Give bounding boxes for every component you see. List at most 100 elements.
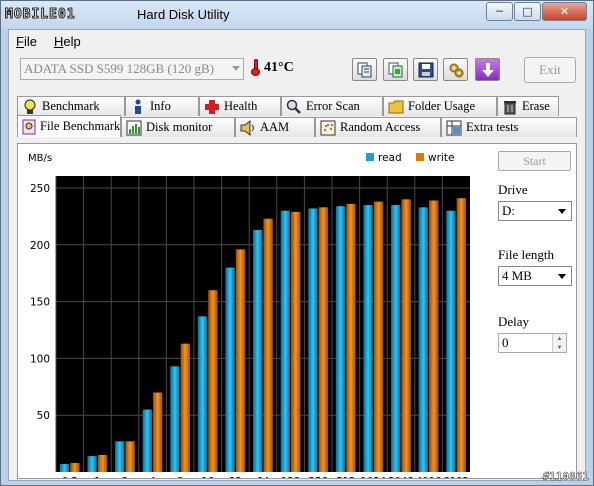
maximize-button[interactable]: □: [514, 2, 541, 21]
tab-erase[interactable]: Erase: [497, 96, 559, 116]
copy-info-icon: [357, 62, 371, 77]
tab-info[interactable]: Info: [125, 96, 199, 116]
file-benchmark-icon: [22, 119, 36, 135]
drive-dropdown-value: ADATA SSD S599 128GB (120 gB): [24, 61, 215, 76]
copy-all-icon: [388, 62, 402, 77]
bar-read: [391, 205, 401, 472]
bar-read: [142, 409, 153, 472]
legend-swatch-read: [366, 153, 374, 161]
bar-write: [373, 201, 384, 472]
tab-file-benchmark[interactable]: File Benchmark: [17, 115, 121, 137]
legend-label-write: write: [428, 152, 454, 164]
tab-extra-tests[interactable]: Extra tests: [441, 117, 577, 137]
tab-folder-usage-label: Folder Usage: [408, 99, 475, 113]
tab-aam-label: AAM: [260, 120, 290, 134]
bar-read: [363, 205, 373, 472]
tab-erase-label: Erase: [522, 99, 550, 113]
x-tick-label: 512: [336, 476, 355, 478]
x-tick-label: 256: [309, 476, 328, 478]
tab-extra-tests-label: Extra tests: [466, 120, 519, 134]
copy-info-button[interactable]: [352, 58, 377, 81]
x-tick-label: 2048: [388, 476, 413, 478]
tab-health[interactable]: Health: [199, 96, 281, 116]
close-button[interactable]: ✕: [542, 2, 587, 21]
bar-write: [346, 203, 356, 472]
drive-letter-select[interactable]: D:: [498, 201, 572, 221]
info-icon: [130, 99, 146, 115]
save-button[interactable]: [413, 58, 438, 81]
health-cross-icon: [204, 99, 220, 115]
watermark: #110861: [542, 470, 589, 484]
bar-write: [263, 218, 273, 472]
menu-help-label: elp: [63, 33, 81, 49]
app-window: MOBILE01 Hard Disk Utility ─ □ ✕ File He…: [0, 0, 594, 486]
legend-label-read: read: [378, 152, 402, 164]
update-button[interactable]: [475, 58, 500, 81]
bar-read: [115, 441, 125, 472]
exit-button[interactable]: Exit: [524, 57, 576, 83]
extra-tests-icon: [446, 120, 462, 136]
speaker-icon: [240, 119, 256, 136]
bar-write: [180, 343, 191, 472]
start-button[interactable]: Start: [498, 151, 571, 171]
disk-monitor-icon: [126, 120, 142, 136]
chevron-down-icon: [558, 209, 566, 214]
drive-dropdown[interactable]: ADATA SSD S599 128GB (120 gB): [20, 58, 244, 80]
stepper-up-icon[interactable]: ▲: [552, 334, 566, 343]
chevron-down-icon: [558, 274, 566, 279]
temperature-value: 41°C: [264, 59, 294, 75]
stepper-down-icon[interactable]: ▼: [552, 343, 566, 352]
bar-read: [280, 210, 291, 472]
options-button[interactable]: [443, 58, 468, 81]
minimize-button[interactable]: ─: [486, 2, 513, 21]
caption-buttons: ─ □ ✕: [485, 2, 587, 21]
copy-all-button[interactable]: [383, 58, 408, 81]
menu-file-accel: F: [16, 33, 24, 49]
legend-swatch-write: [416, 153, 424, 161]
magnifier-icon: [286, 99, 302, 115]
app-logo-text: MOBILE01: [5, 6, 76, 22]
bar-read: [197, 316, 208, 472]
tab-error-scan[interactable]: Error Scan: [281, 96, 383, 116]
bar-read: [335, 206, 346, 472]
tab-disk-monitor[interactable]: Disk monitor: [121, 117, 235, 137]
delay-label: Delay: [498, 314, 530, 329]
bar-write: [456, 198, 467, 472]
menu-file[interactable]: File: [16, 34, 37, 49]
y-tick-label: 200: [30, 240, 50, 252]
bar-write: [125, 441, 135, 472]
tab-benchmark[interactable]: Benchmark: [17, 96, 125, 116]
benchmark-chart-svg: MB/s read write 50 100 150 200 250 0.5 1 2 4 8 16 32 64…: [28, 152, 470, 486]
y-tick-label: 50: [37, 410, 50, 422]
random-access-icon: [320, 120, 336, 136]
tabs-top-row: Benchmark Info Health Error Scan Folder …: [17, 96, 559, 116]
drive-label: Drive: [498, 182, 528, 197]
window-title: Hard Disk Utility: [137, 7, 230, 22]
menu-bar: File Help: [9, 30, 585, 52]
tab-health-label: Health: [224, 99, 258, 113]
tab-folder-usage[interactable]: Folder Usage: [383, 96, 497, 116]
tab-random-access[interactable]: Random Access: [315, 117, 441, 137]
tab-random-access-label: Random Access: [340, 120, 421, 134]
bar-write: [429, 200, 439, 472]
tab-aam[interactable]: AAM: [235, 117, 315, 137]
x-tick-label: 128: [281, 476, 300, 478]
bar-read: [87, 456, 97, 472]
folder-icon: [388, 99, 404, 115]
title-bar[interactable]: MOBILE01 Hard Disk Utility ─ □ ✕: [1, 1, 593, 29]
x-tick-label: 2: [122, 476, 128, 478]
x-tick-label: 1: [94, 476, 100, 478]
temperature-display: 41°C: [251, 59, 294, 76]
file-length-select[interactable]: 4 MB: [498, 266, 572, 286]
bar-write: [318, 207, 329, 472]
bar-write: [153, 392, 163, 472]
tab-info-label: Info: [150, 99, 171, 113]
x-tick-label: 64: [257, 476, 270, 478]
bar-write: [70, 462, 80, 472]
menu-help[interactable]: Help: [54, 34, 81, 49]
bar-write: [235, 249, 246, 472]
bar-write: [291, 211, 301, 472]
save-icon: [418, 62, 433, 77]
delay-stepper[interactable]: 0 ▲ ▼: [498, 333, 567, 353]
menu-help-accel: H: [53, 33, 64, 49]
